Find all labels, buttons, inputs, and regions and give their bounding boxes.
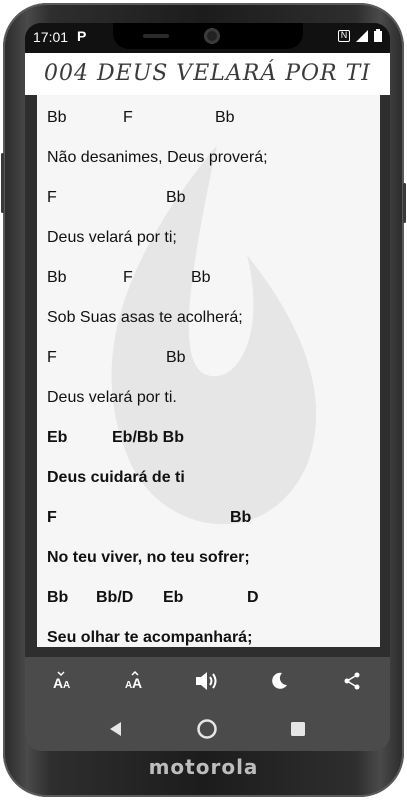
system-nav-bar [25,705,390,751]
power-button [403,183,406,223]
chord: Bb/D [96,589,134,606]
bottom-toolbar: A A A A [25,657,390,705]
status-bar: 17:01 P N [25,23,390,53]
font-size-down-icon: A A [53,671,70,691]
app-indicator-icon: P [77,28,87,44]
recents-button[interactable] [284,715,312,743]
chord: F [47,189,57,206]
chord-line: Bb Bb/D Eb D [47,589,367,611]
back-button[interactable] [102,715,130,743]
lyric-line: Não desanimes, Deus proverá; [47,149,268,166]
chord: F [47,349,57,366]
home-button[interactable] [193,715,221,743]
chord: Bb [166,189,186,206]
chord: F [47,509,57,526]
lyric-line: Seu olhar te acompanhará; [47,629,253,646]
battery-icon [374,29,382,42]
volume-button [1,153,4,213]
front-camera [204,28,220,44]
phone-frame: 17:01 P N 004 DEUS VELARÁ POR TI Bb F Bb… [1,3,406,797]
chord: Bb [166,349,186,366]
font-decrease-button[interactable]: A A [46,665,80,697]
chord: Bb [230,509,252,526]
lyrics-panel[interactable]: Bb F Bb Não desanimes, Deus proverá; F B… [37,95,380,647]
chord: Eb [47,429,68,446]
moon-icon [272,672,287,689]
font-size-up-icon: A A [125,671,142,691]
svg-text:A: A [132,675,142,691]
chord: D [247,589,259,606]
share-button[interactable] [335,665,369,697]
status-time: 17:01 [33,29,69,45]
chord: Eb/Bb Bb [112,429,184,446]
chord-line: Bb F Bb [47,269,367,291]
svg-text:A: A [53,675,63,691]
title-bar: 004 DEUS VELARÁ POR TI [25,53,390,95]
chord: F [123,269,133,286]
chord-line: Bb F Bb [47,109,367,131]
font-increase-button[interactable]: A A [118,665,152,697]
lyric-line: Sob Suas asas te acolherá; [47,309,243,326]
share-icon [344,672,360,690]
lyric-line: Deus velará por ti. [47,389,177,406]
lyric-line: No teu viver, no teu sofrer; [47,549,250,566]
signal-icon [356,29,368,42]
lyric-line: Deus cuidará de ti [47,469,185,486]
chord: Bb [191,269,211,286]
chord-line: F Bb [47,509,367,531]
audio-button[interactable] [190,665,224,697]
back-icon [110,722,121,736]
svg-text:A: A [63,680,70,691]
status-icons: N [338,29,382,42]
camera-notch [113,23,303,49]
chord: Bb [47,589,69,606]
chord-line: F Bb [47,189,367,211]
recents-icon [291,722,305,736]
chord: Bb [47,269,67,286]
nfc-icon: N [338,29,350,42]
chord: F [123,109,133,126]
device-brand-logo: motorola [148,755,259,779]
speaker-icon [196,672,217,690]
chord: Bb [47,109,67,126]
chord-line: Eb Eb/Bb Bb [47,429,367,451]
earpiece-speaker [143,34,169,38]
lyric-line: Deus velará por ti; [47,229,177,246]
song-title: 004 DEUS VELARÁ POR TI [44,61,371,86]
chord-line: F Bb [47,349,367,371]
chord: Bb [215,109,235,126]
night-mode-button[interactable] [262,665,296,697]
screen: 17:01 P N 004 DEUS VELARÁ POR TI Bb F Bb… [25,23,390,751]
home-icon [197,719,217,739]
chord: Eb [163,589,184,606]
